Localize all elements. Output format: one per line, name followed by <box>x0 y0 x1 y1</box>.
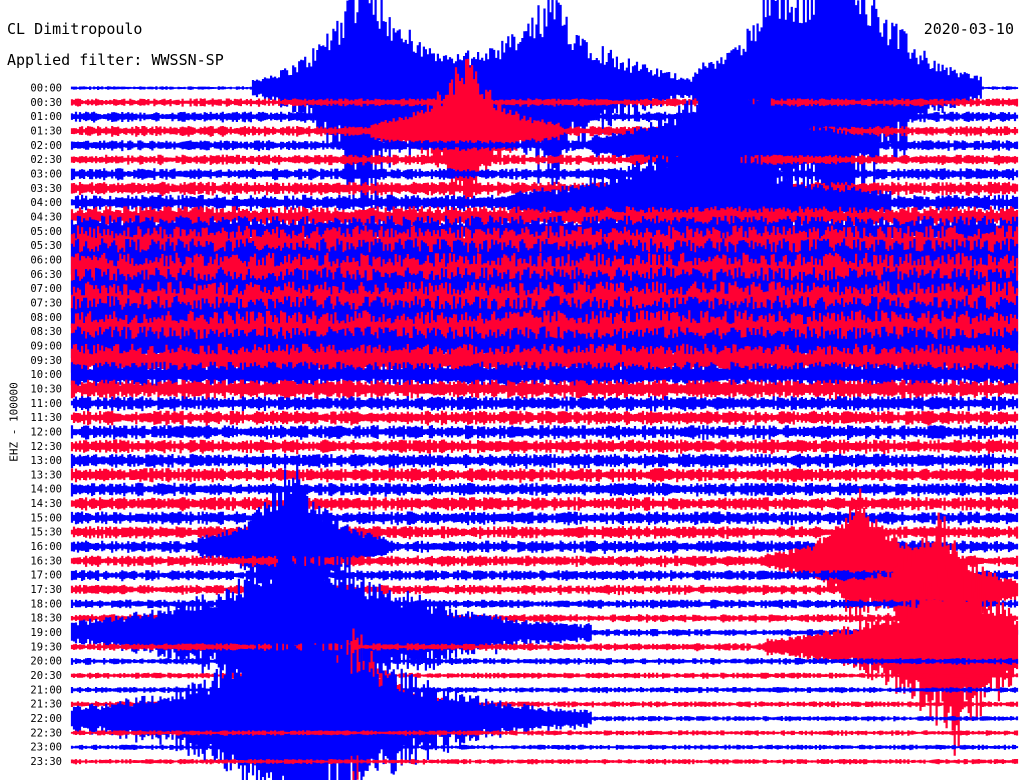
row-time-label: 18:00 <box>30 598 62 610</box>
row-time-label: 09:30 <box>30 355 62 367</box>
trace-line-1130 <box>70 410 1019 426</box>
time-label-group: 00:00 00:30 01:00 01:30 02:00 02:30 03:00 03:30… <box>30 83 62 769</box>
row-time-label: 08:30 <box>30 326 62 338</box>
row-time-label: 09:00 <box>30 340 62 352</box>
row-time-label: 08:00 <box>30 312 62 324</box>
trace-line-1430 <box>70 497 1019 512</box>
row-time-label: 05:30 <box>30 240 62 252</box>
row-time-label: 03:30 <box>30 183 62 195</box>
row-time-label: 16:00 <box>30 541 62 553</box>
row-time-label: 20:30 <box>30 670 62 682</box>
row-time-label: 10:30 <box>30 383 62 395</box>
trace-line-1330 <box>70 468 1019 483</box>
row-time-label: 10:00 <box>30 369 62 381</box>
row-time-label: 22:00 <box>30 713 62 725</box>
row-time-label: 14:30 <box>30 498 62 510</box>
row-time-label: 23:00 <box>30 742 62 754</box>
row-time-label: 21:30 <box>30 699 62 711</box>
helicorder-plot: 00:00 00:30 01:00 01:30 02:00 02:30 03:00 03:30… <box>30 0 1019 780</box>
row-time-label: 12:30 <box>30 441 62 453</box>
trace-line-1230 <box>70 439 1019 455</box>
row-time-label: 11:30 <box>30 412 62 424</box>
row-time-label: 23:30 <box>30 756 62 768</box>
row-time-label: 02:00 <box>30 140 62 152</box>
trace-line-1200 <box>70 425 1019 440</box>
row-time-label: 07:00 <box>30 283 62 295</box>
row-time-label: 16:30 <box>30 555 62 567</box>
row-time-label: 20:00 <box>30 656 62 668</box>
row-time-label: 17:30 <box>30 584 62 596</box>
row-time-label: 22:30 <box>30 727 62 739</box>
row-time-label: 11:00 <box>30 398 62 410</box>
row-time-label: 00:00 <box>30 83 62 95</box>
row-time-label: 01:00 <box>30 111 62 123</box>
trace-group <box>70 0 1019 780</box>
row-time-label: 12:00 <box>30 426 62 438</box>
row-time-label: 19:30 <box>30 641 62 653</box>
row-time-label: 15:00 <box>30 512 62 524</box>
row-time-label: 13:30 <box>30 469 62 481</box>
row-time-label: 05:00 <box>30 226 62 238</box>
row-time-label: 06:30 <box>30 269 62 281</box>
row-time-label: 14:00 <box>30 484 62 496</box>
row-time-label: 06:00 <box>30 254 62 266</box>
row-time-label: 17:00 <box>30 570 62 582</box>
trace-line-1400 <box>70 482 1019 497</box>
trace-line-1300 <box>70 453 1019 469</box>
row-time-label: 19:00 <box>30 627 62 639</box>
trace-line-0300 <box>70 168 1019 181</box>
row-time-label: 01:30 <box>30 125 62 137</box>
row-time-label: 18:30 <box>30 613 62 625</box>
trace-line-2330 <box>70 759 1019 765</box>
row-time-label: 04:30 <box>30 211 62 223</box>
trace-line-1100 <box>70 396 1019 412</box>
row-time-label: 00:30 <box>30 97 62 109</box>
row-time-label: 07:30 <box>30 297 62 309</box>
row-time-label: 02:30 <box>30 154 62 166</box>
row-time-label: 04:00 <box>30 197 62 209</box>
row-time-label: 03:00 <box>30 168 62 180</box>
row-time-label: 21:00 <box>30 684 62 696</box>
row-time-label: 13:00 <box>30 455 62 467</box>
row-time-label: 15:30 <box>30 527 62 539</box>
